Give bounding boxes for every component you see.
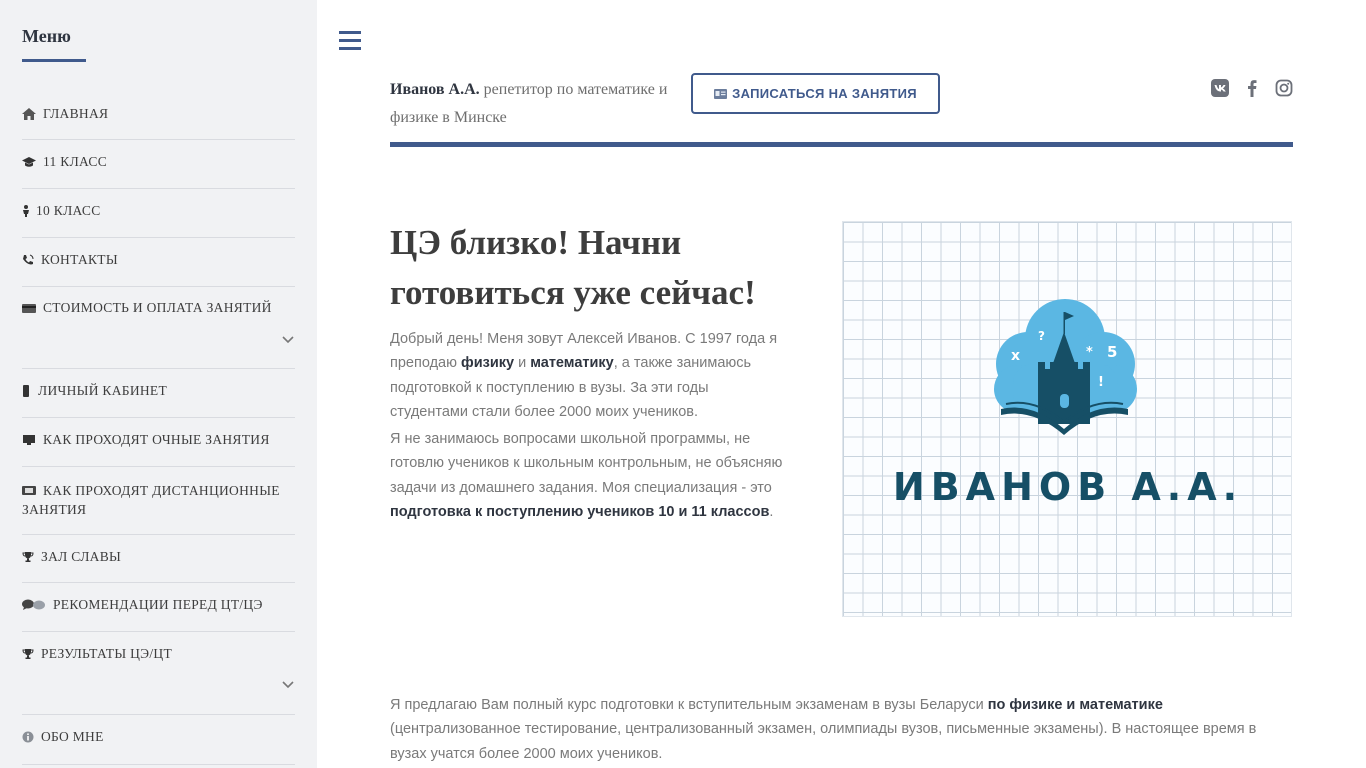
trophy-icon [22,552,34,562]
sidebar-item-hall-of-fame[interactable]: ЗАЛ СЛАВЫ [22,549,295,583]
person-icon [23,205,29,217]
sidebar-item-contacts[interactable]: КОНТАКТЫ [22,252,295,287]
course-description: Я предлагаю Вам полный курс подготовки к… [390,693,1295,766]
id-card-icon [714,88,728,99]
home-icon [22,108,36,120]
sidebar-item-11-class[interactable]: 11 КЛАСС [22,154,295,189]
sidebar-item-label: ЛИЧНЫЙ КАБИНЕТ [38,383,168,398]
sidebar-item-label: РЕКОМЕНДАЦИИ ПЕРЕД ЦТ/ЦЭ [53,597,263,612]
speech-bubbles-icon [22,599,45,610]
logo-symbol: ! [1098,375,1104,390]
sidebar-item-label: ЗАЛ СЛАВЫ [41,549,122,564]
facebook-icon[interactable] [1243,79,1261,97]
sidebar-item-in-person-lessons[interactable]: КАК ПРОХОДЯТ ОЧНЫЕ ЗАНЯТИЯ [22,432,295,467]
sidebar-item-about[interactable]: ОБО МНЕ [22,729,295,765]
hero-paragraph-1: Добрый день! Меня зовут Алексей Иванов. … [390,327,790,424]
text: (централизованное тестирование, централи… [390,721,1257,762]
desktop-icon [23,435,35,445]
instagram-icon[interactable] [1275,79,1293,97]
sidebar-item-remote-lessons[interactable]: КАК ПРОХОДЯТ ДИСТАНЦИОННЫЕ ЗАНЯТИЯ [22,481,295,535]
text: . [769,503,774,520]
logo-symbol: 5 [1107,343,1117,361]
signup-button-label: ЗАПИСАТЬСЯ НА ЗАНЯТИЯ [732,86,917,101]
text: Я предлагаю Вам полный курс подготовки к… [390,697,988,713]
hero-paragraph-2: Я не занимаюсь вопросами школьной програ… [390,427,790,524]
logo-symbol: * [1086,345,1093,360]
sidebar-item-label: КОНТАКТЫ [41,252,118,267]
sidebar: Меню ГЛАВНАЯ 11 КЛАСС 10 КЛАСС КОНТАКТЫ … [0,0,317,768]
sidebar-item-label: КАК ПРОХОДЯТ ОЧНЫЕ ЗАНЯТИЯ [43,432,270,447]
sidebar-item-results[interactable]: РЕЗУЛЬТАТЫ ЦЭ/ЦТ [22,646,295,715]
hero-title: ЦЭ близко! Начни готовиться уже сейчас! [390,223,756,312]
signup-button[interactable]: ЗАПИСАТЬСЯ НА ЗАНЯТИЯ [691,73,940,114]
castle-cloud-logo: x ? * 5 ! [994,299,1137,435]
sidebar-item-10-class[interactable]: 10 КЛАСС [22,203,295,238]
header-divider [390,142,1293,147]
sidebar-item-home[interactable]: ГЛАВНАЯ [22,106,295,140]
text: и [514,355,531,372]
video-icon [22,486,36,496]
trophy-icon [22,649,34,659]
hamburger-menu-icon[interactable] [339,31,361,51]
logo-symbol: x [1011,348,1020,364]
sidebar-item-recommendations[interactable]: РЕКОМЕНДАЦИИ ПЕРЕД ЦТ/ЦЭ [22,597,295,632]
sidebar-item-label: ОБО МНЕ [41,729,104,744]
sidebar-item-label: РЕЗУЛЬТАТЫ ЦЭ/ЦТ [41,646,173,661]
phone-icon [23,254,34,265]
specialization-emphasis: подготовка к поступлению учеников 10 и 1… [390,503,770,520]
logo-text: ИВАНОВ А.А. [892,465,1244,509]
sidebar-item-label: СТОИМОСТЬ И ОПЛАТА ЗАНЯТИЙ [43,300,272,315]
menu-title: Меню [22,26,71,46]
text: Я не занимаюсь вопросами школьной програ… [390,431,783,496]
math-emphasis: математику [530,355,614,372]
sidebar-item-pricing[interactable]: СТОИМОСТЬ И ОПЛАТА ЗАНЯТИЙ [22,300,295,369]
sidebar-item-label: 10 КЛАСС [36,203,101,218]
menu-title-underline [22,59,86,62]
vk-icon[interactable] [1211,79,1229,97]
graduation-cap-icon [22,157,36,167]
site-owner-name: Иванов А.А. [390,81,480,98]
sidebar-item-label: 11 КЛАСС [43,154,108,169]
subjects-emphasis: по физике и математике [987,697,1163,713]
sidebar-item-account[interactable]: ЛИЧНЫЙ КАБИНЕТ [22,383,295,418]
tutor-logo-image: x ? * 5 ! ИВАНОВ А.А. [842,221,1292,617]
physics-emphasis: физику [461,355,515,372]
chevron-down-icon[interactable] [281,335,295,345]
info-icon [22,731,34,743]
logo-symbol: ? [1038,329,1045,343]
sidebar-item-label: ГЛАВНАЯ [43,106,109,121]
credit-card-icon [22,304,36,313]
chevron-down-icon[interactable] [281,680,295,690]
mobile-icon [23,385,29,397]
site-tagline: Иванов А.А. репетитор по математике и фи… [390,76,685,132]
sidebar-item-label: КАК ПРОХОДЯТ ДИСТАНЦИОННЫЕ ЗАНЯТИЯ [22,483,280,517]
